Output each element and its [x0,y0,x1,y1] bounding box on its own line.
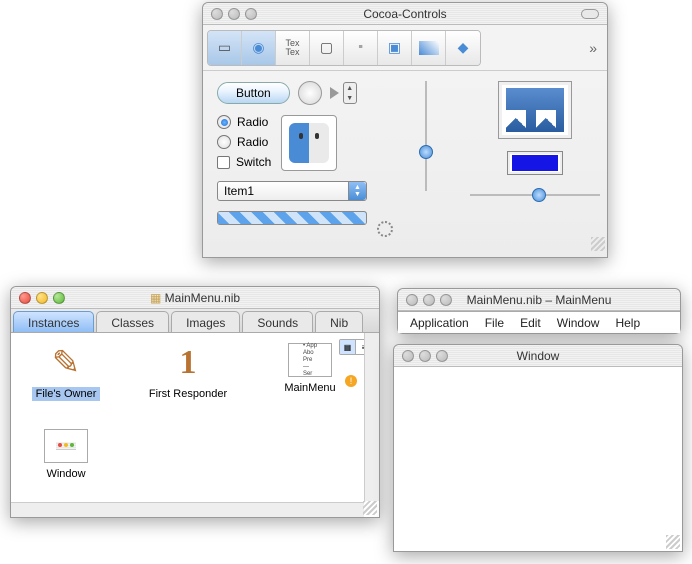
window-item[interactable]: Window [21,429,111,481]
menu-edit[interactable]: Edit [512,313,549,333]
resize-grip[interactable] [591,237,605,251]
tool-views[interactable]: ▭ [208,31,242,65]
toolbar-toggle[interactable] [581,9,599,19]
first-responder-icon [164,343,212,383]
menu-bar: Application File Edit Window Help [398,311,680,333]
window-title: Cocoa-Controls [203,7,607,21]
files-owner-item[interactable]: File's Owner [21,343,111,401]
mainmenu-editor-window: MainMenu.nib – MainMenu Application File… [397,288,681,334]
stepper[interactable]: ▲▼ [343,82,357,104]
window-instance-icon [44,429,88,463]
vertical-scrollbar[interactable] [364,333,379,501]
nib-tabbar: Instances Classes Images Sounds Nib [11,309,379,333]
menu-titlebar[interactable]: MainMenu.nib – MainMenu [398,289,680,311]
resize-grip[interactable] [363,501,377,515]
tab-instances[interactable]: Instances [13,311,94,332]
cocoa-titlebar[interactable]: Cocoa-Controls [203,3,607,25]
radio-1[interactable]: Radio [217,115,271,129]
tool-controls[interactable]: ◉ [242,31,276,65]
image-well-finder[interactable] [281,115,337,171]
tab-nib[interactable]: Nib [315,311,363,332]
cocoa-controls-window: Cocoa-Controls ▭ ◉ TexTex ▢ ≡ ▣ ◆ » Butt… [202,2,608,258]
tab-classes[interactable]: Classes [96,311,169,332]
menu-application[interactable]: Application [402,313,477,333]
mainmenu-icon [288,343,332,377]
disclosure-triangle[interactable] [330,87,339,99]
blank-window: Window [393,344,683,552]
tab-sounds[interactable]: Sounds [242,311,313,332]
tool-text[interactable]: TexTex [276,31,310,65]
tab-images[interactable]: Images [171,311,240,332]
progress-bar [217,211,367,225]
round-button[interactable] [298,81,322,105]
menu-file[interactable]: File [477,313,512,333]
window-title: Window [394,349,682,363]
tool-custom[interactable]: ◆ [446,31,480,65]
finder-icon [289,123,329,163]
checkbox-switch[interactable]: Switch [217,155,271,169]
tool-boxes[interactable]: ▣ [378,31,412,65]
first-responder-item[interactable]: First Responder [143,343,233,401]
toolbar-overflow[interactable]: » [589,40,603,56]
radio-2[interactable]: Radio [217,135,271,149]
menu-help[interactable]: Help [607,313,648,333]
tool-tables[interactable] [412,31,446,65]
image-view[interactable] [498,81,572,139]
horizontal-slider[interactable] [470,187,600,203]
nib-body: ▦ ≡ File's Owner First Responder ! MainM… [11,333,379,517]
color-swatch [512,155,558,171]
window-title: MainMenu.nib – MainMenu [398,293,680,307]
palette-toolbar: ▭ ◉ TexTex ▢ ≡ ▣ ◆ » [203,25,607,71]
popup-button[interactable]: Item1 ▲▼ [217,181,367,201]
menu-window[interactable]: Window [549,313,608,333]
tool-formatters[interactable]: ≡ [344,31,378,65]
window-content[interactable] [394,367,682,551]
nib-titlebar[interactable]: ▦ MainMenu.nib [11,287,379,309]
warning-badge-icon: ! [345,375,357,387]
blank-titlebar[interactable]: Window [394,345,682,367]
resize-grip[interactable] [666,535,680,549]
mainmenu-item[interactable]: ! MainMenu [265,343,355,401]
progress-spinner [377,221,393,237]
window-title: ▦ MainMenu.nib [11,291,379,305]
tool-windows[interactable]: ▢ [310,31,344,65]
vertical-slider[interactable] [418,81,434,191]
nib-document-window: ▦ MainMenu.nib Instances Classes Images … [10,286,380,518]
push-button[interactable]: Button [217,82,290,104]
files-owner-icon [42,343,90,383]
color-well[interactable] [507,151,563,175]
mountain-icon [506,88,564,132]
horizontal-scrollbar[interactable] [11,502,364,517]
